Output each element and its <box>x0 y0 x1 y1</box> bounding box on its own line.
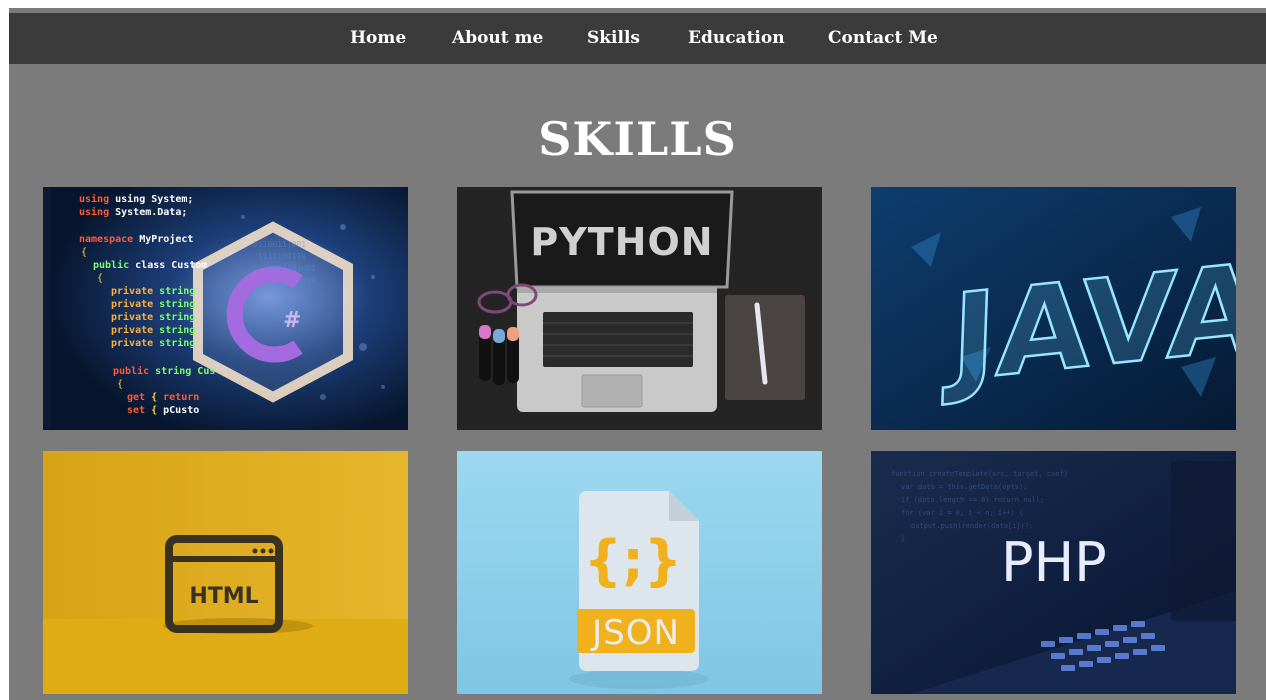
svg-text:output.push(render(data[i]));: output.push(render(data[i])); <box>911 522 1033 530</box>
svg-text:private string: private string <box>111 324 195 336</box>
svg-text:private string: private string <box>111 298 195 310</box>
skill-card-json[interactable]: {;} JSON <box>457 451 822 694</box>
svg-text:{: { <box>117 379 123 390</box>
csharp-image: # using using System; using System.Data;… <box>43 187 408 430</box>
svg-text:{: { <box>97 273 103 284</box>
svg-text:{;}: {;} <box>584 529 682 592</box>
svg-text:01100111001: 01100111001 <box>253 240 306 249</box>
svg-text:for (var i = 0; i < n; i++) {: for (var i = 0; i < n; i++) { <box>901 509 1023 517</box>
svg-text:PYTHON: PYTHON <box>530 220 713 264</box>
svg-text:HTML: HTML <box>189 584 258 609</box>
nav-education[interactable]: Education <box>688 13 785 64</box>
java-image: JAVA JAVA <box>871 187 1236 430</box>
skill-card-html[interactable]: HTML <box>43 451 408 694</box>
svg-text:0110110100: 0110110100 <box>268 276 316 285</box>
skill-card-csharp[interactable]: # using using System; using System.Data;… <box>43 187 408 430</box>
top-navbar: Home About me Skills Education Contact M… <box>9 13 1266 64</box>
svg-text:namespace MyProject: namespace MyProject <box>79 233 193 245</box>
svg-text:#: # <box>283 308 301 333</box>
svg-text:using using System;: using using System; <box>79 193 193 205</box>
svg-text:JSON: JSON <box>590 613 680 653</box>
svg-text:private string: private string <box>111 337 195 349</box>
svg-text:set { pCusto: set { pCusto <box>127 405 199 416</box>
skill-card-java[interactable]: JAVA JAVA <box>871 187 1236 430</box>
nav-home[interactable]: Home <box>350 13 406 64</box>
nav-contact-me[interactable]: Contact Me <box>828 13 938 64</box>
php-image: function createTemplate(src, target, con… <box>871 451 1236 694</box>
svg-text:private string: private string <box>111 285 195 297</box>
skills-page: Home About me Skills Education Contact M… <box>9 8 1266 700</box>
svg-text:private string: private string <box>111 311 195 323</box>
svg-text:public string Cus: public string Cus <box>113 365 215 377</box>
svg-text:{: { <box>81 247 87 258</box>
nav-about-me[interactable]: About me <box>452 13 543 64</box>
svg-text:public class Custom: public class Custom <box>93 259 207 271</box>
svg-text:function createTemplate(src, t: function createTemplate(src, target, con… <box>891 470 1068 478</box>
page-title: SKILLS <box>538 111 737 166</box>
python-image: PYTHON <box>457 187 822 430</box>
svg-text:get { return: get { return <box>127 392 199 403</box>
svg-text:1110100110: 1110100110 <box>258 252 306 261</box>
svg-text:if (data.length == 0) return n: if (data.length == 0) return null; <box>901 496 1044 504</box>
html-image: HTML <box>43 451 408 694</box>
svg-text:10011101001: 10011101001 <box>263 264 316 273</box>
nav-skills[interactable]: Skills <box>587 13 640 64</box>
svg-text:using System.Data;: using System.Data; <box>79 206 187 218</box>
skill-card-php[interactable]: function createTemplate(src, target, con… <box>871 451 1236 694</box>
skill-card-python[interactable]: PYTHON <box>457 187 822 430</box>
svg-text:}: } <box>901 535 905 543</box>
json-image: {;} JSON <box>457 451 822 694</box>
svg-text:var data = this.getData(opts);: var data = this.getData(opts); <box>901 483 1027 491</box>
svg-text:PHP: PHP <box>1001 531 1107 594</box>
